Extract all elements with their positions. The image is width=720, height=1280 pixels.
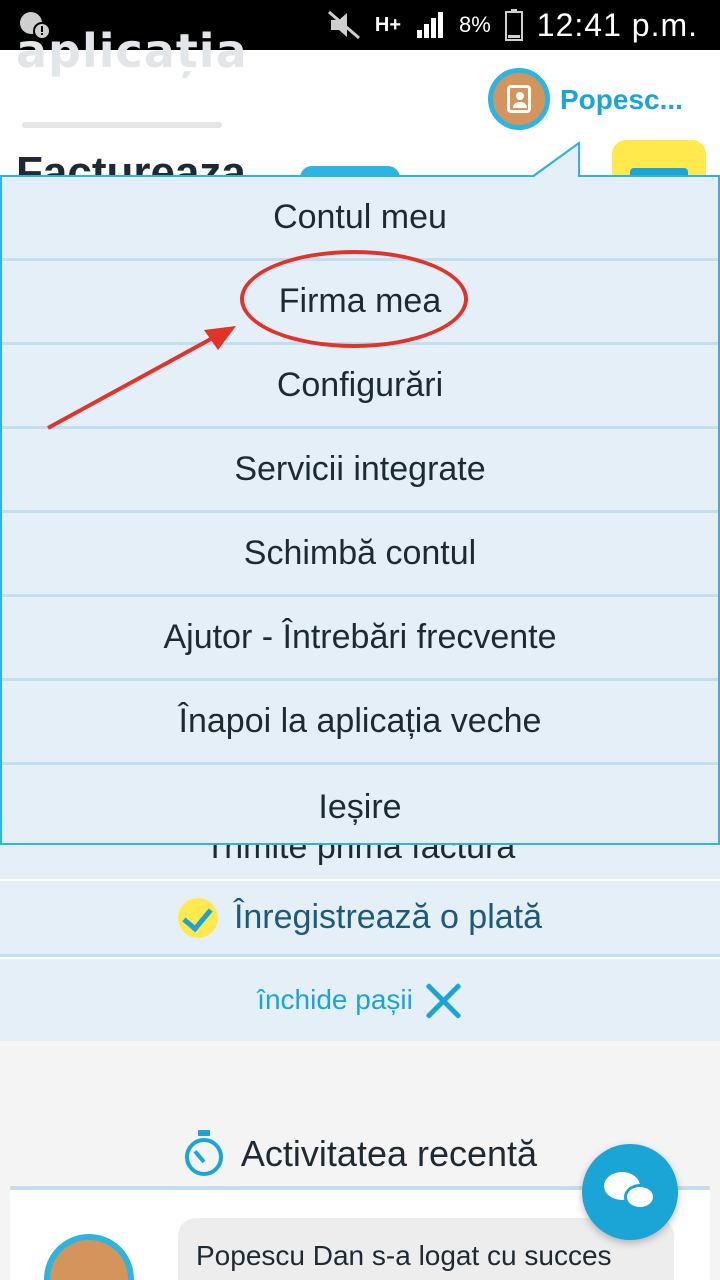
close-icon[interactable] xyxy=(423,980,463,1020)
network-type: H+ xyxy=(374,14,401,36)
menu-item-schimba-contul[interactable]: Schimbă contul xyxy=(2,513,718,597)
chat-button[interactable] xyxy=(582,1144,678,1240)
step-register-payment[interactable]: Înregistrează o plată xyxy=(0,881,720,957)
step-send-invoice[interactable]: Trimite prima factura xyxy=(0,845,720,879)
check-icon xyxy=(177,897,218,938)
menu-item-aplicatia-veche[interactable]: Înapoi la aplicația veche xyxy=(2,681,718,765)
activity-item-text: Popescu Dan s-a logat cu succes xyxy=(196,1240,612,1271)
highlight-ellipse xyxy=(240,250,468,348)
menu-item-iesire[interactable]: Ieșire xyxy=(2,765,718,849)
app-logo[interactable]: aplicația xyxy=(16,24,248,78)
step-register-payment-label: Înregistrează o plată xyxy=(233,898,543,936)
signal-icon xyxy=(417,12,443,38)
menu-item-ajutor[interactable]: Ajutor - Întrebări frecvente xyxy=(2,597,718,681)
menu-item-contul-meu[interactable]: Contul meu xyxy=(2,177,718,261)
clock: 12:41 p.m. xyxy=(536,6,698,43)
menu-item-servicii-integrate[interactable]: Servicii integrate xyxy=(2,429,718,513)
user-name-link[interactable]: Popesc... xyxy=(560,84,683,116)
stopwatch-icon xyxy=(183,1130,225,1178)
activity-title: Activitatea recentă xyxy=(240,1133,538,1174)
close-steps-link[interactable]: închide pașii xyxy=(257,984,413,1016)
annotation-arrow xyxy=(47,326,236,430)
close-steps-row[interactable]: închide pașii xyxy=(0,959,720,1041)
logo-underline xyxy=(22,122,222,128)
step-send-invoice-label: Trimite prima factura xyxy=(204,845,516,866)
battery-percent: 8% xyxy=(459,12,491,37)
user-icon xyxy=(507,85,531,113)
mute-icon xyxy=(327,10,360,40)
menu-caret-fill xyxy=(534,145,578,177)
user-avatar[interactable] xyxy=(488,68,550,130)
battery-icon xyxy=(504,9,523,41)
